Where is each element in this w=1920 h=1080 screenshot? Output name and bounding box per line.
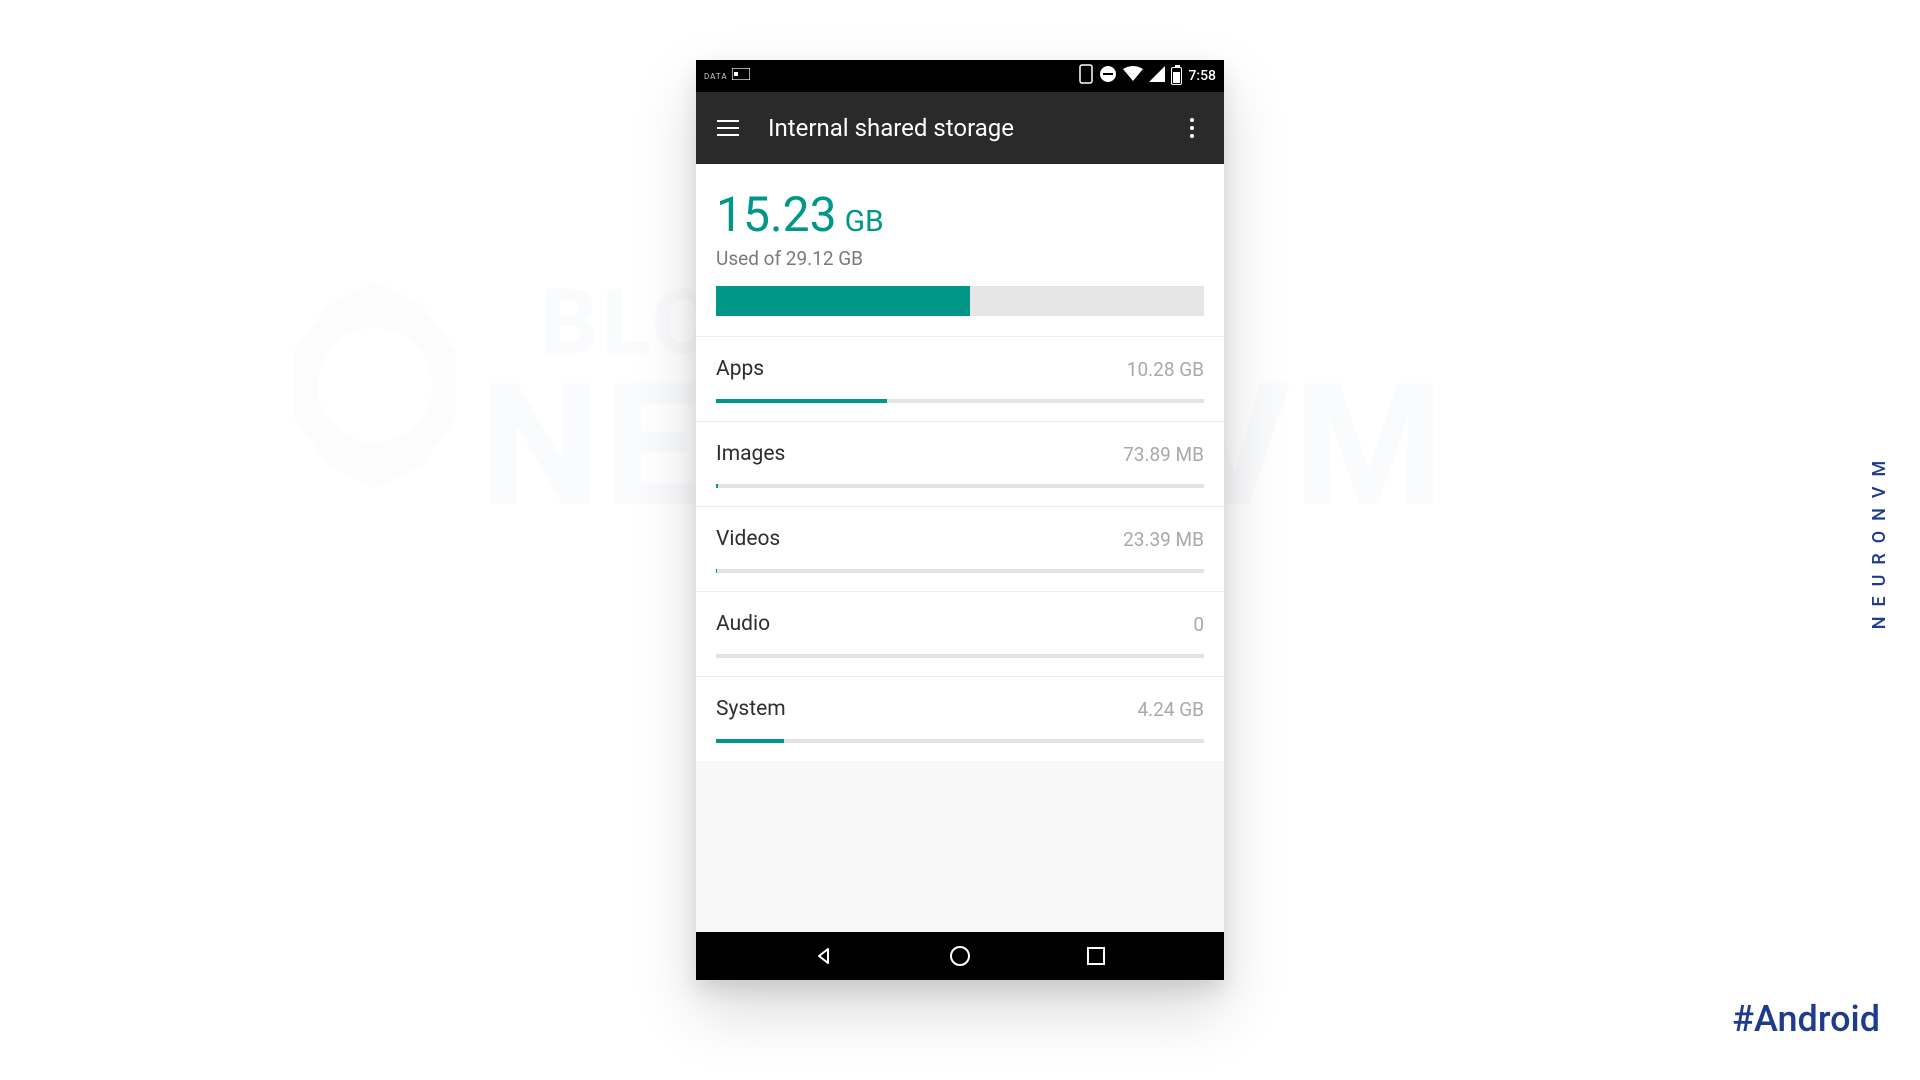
category-label: Images	[716, 442, 785, 466]
category-system[interactable]: System 4.24 GB	[696, 676, 1224, 761]
portrait-lock-icon	[1079, 64, 1093, 88]
overflow-dots-icon	[1190, 118, 1194, 122]
status-bar: DATA 7:58	[696, 60, 1224, 92]
app-bar: Internal shared storage	[696, 92, 1224, 164]
usage-bar-fill	[716, 286, 970, 316]
category-bar	[716, 739, 1204, 743]
category-audio[interactable]: Audio 0	[696, 591, 1224, 676]
category-apps[interactable]: Apps 10.28 GB	[696, 336, 1224, 421]
used-caption: Used of 29.12 GB	[716, 247, 1204, 270]
category-bar	[716, 654, 1204, 658]
wifi-icon	[1123, 66, 1143, 86]
category-label: System	[716, 697, 786, 721]
content-scroll[interactable]: 15.23 GB Used of 29.12 GB Apps 10.28 GB …	[696, 164, 1224, 932]
status-time: 7:58	[1188, 68, 1216, 84]
category-value: 73.89 MB	[1123, 443, 1204, 466]
card-icon	[732, 68, 750, 84]
category-images[interactable]: Images 73.89 MB	[696, 421, 1224, 506]
storage-summary: 15.23 GB Used of 29.12 GB	[696, 164, 1224, 336]
nav-back-button[interactable]	[800, 932, 848, 980]
hamburger-icon	[717, 127, 739, 130]
hashtag-label: #Android	[1732, 998, 1880, 1040]
brand-vertical-label: NEURONVM	[1869, 451, 1890, 630]
watermark-logo	[260, 270, 490, 500]
usage-bar	[716, 286, 1204, 316]
nav-bar	[696, 932, 1224, 980]
overflow-button[interactable]	[1168, 104, 1216, 152]
signal-icon	[1149, 66, 1165, 86]
category-label: Audio	[716, 612, 770, 636]
data-indicator: DATA	[704, 72, 728, 81]
back-icon	[813, 945, 835, 967]
used-unit: GB	[845, 204, 884, 239]
category-value: 23.39 MB	[1123, 528, 1204, 551]
category-bar	[716, 399, 1204, 403]
category-bar	[716, 484, 1204, 488]
dnd-icon	[1099, 65, 1117, 87]
home-icon	[948, 944, 972, 968]
used-value: 15.23	[716, 186, 837, 243]
category-label: Apps	[716, 357, 764, 381]
nav-home-button[interactable]	[936, 932, 984, 980]
category-value: 10.28 GB	[1127, 358, 1204, 381]
menu-button[interactable]	[704, 104, 752, 152]
app-title: Internal shared storage	[768, 114, 1168, 142]
category-value: 4.24 GB	[1137, 698, 1204, 721]
nav-recent-button[interactable]	[1072, 932, 1120, 980]
recent-icon	[1086, 946, 1106, 966]
used-amount: 15.23 GB	[716, 186, 884, 243]
category-value: 0	[1193, 613, 1204, 636]
category-label: Videos	[716, 527, 780, 551]
phone-frame: DATA 7:58 Internal shared	[696, 60, 1224, 980]
category-videos[interactable]: Videos 23.39 MB	[696, 506, 1224, 591]
battery-icon	[1171, 67, 1182, 85]
category-bar	[716, 569, 1204, 573]
